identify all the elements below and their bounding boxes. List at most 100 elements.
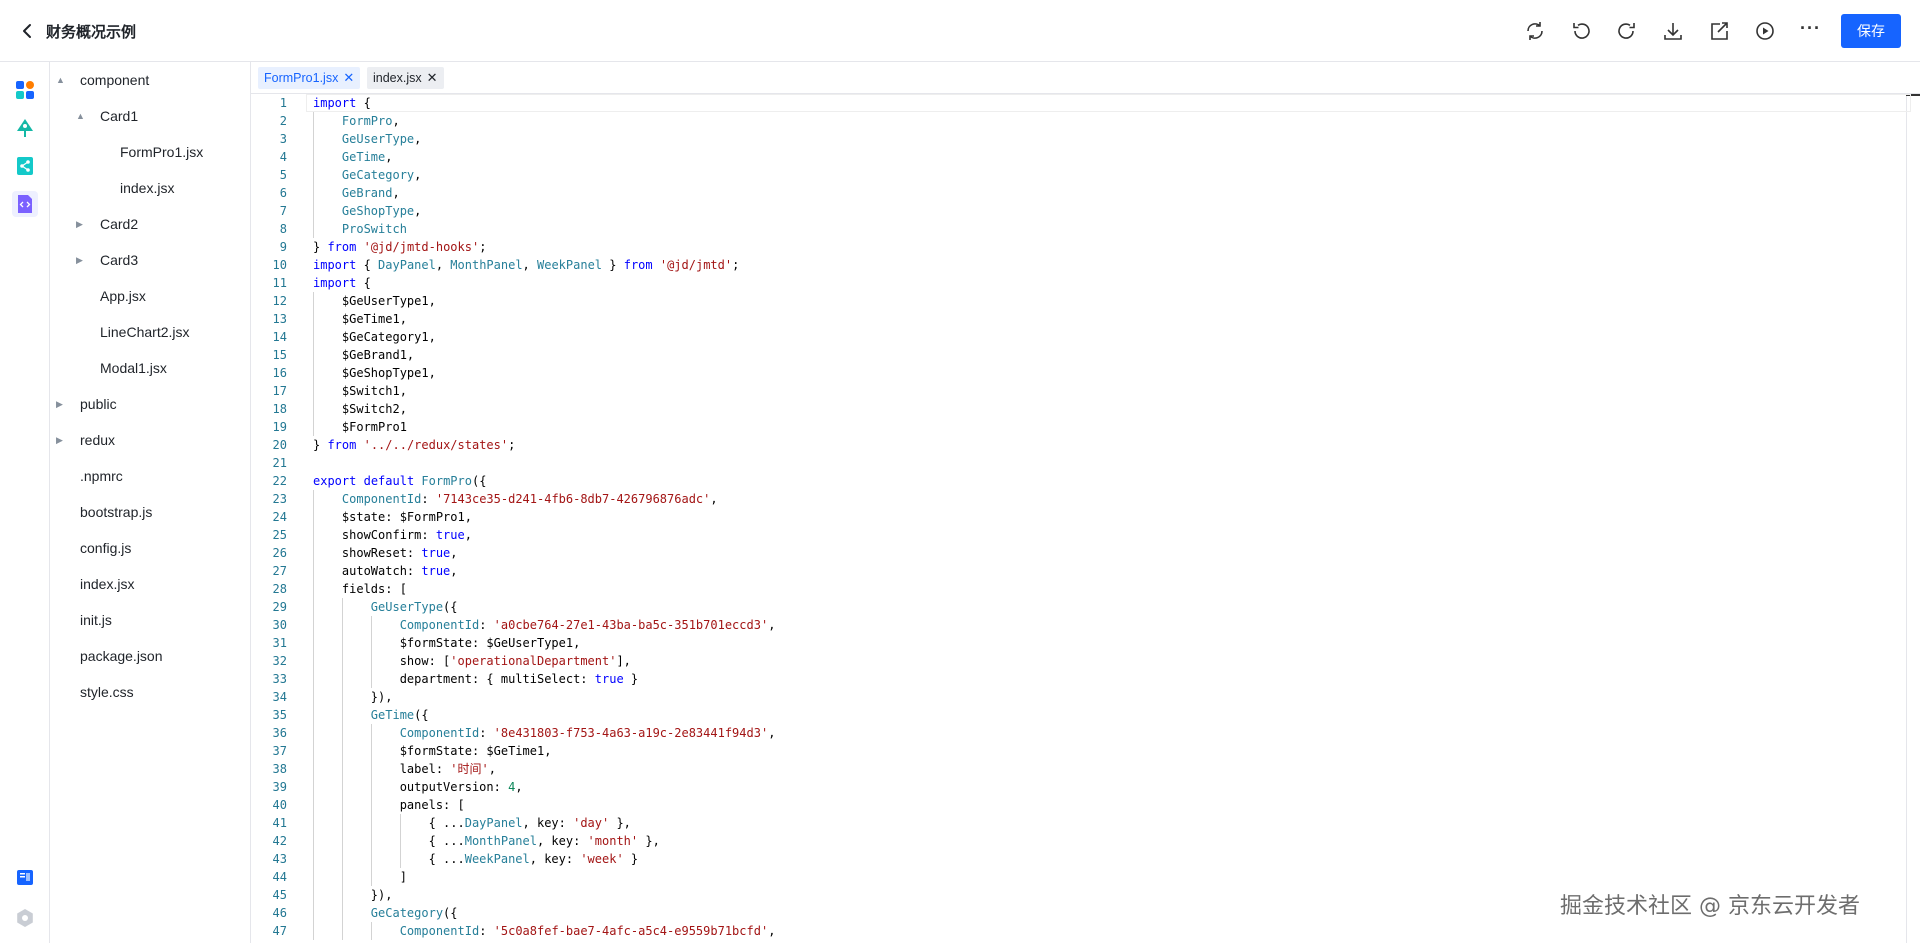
code-line[interactable]: 18 $Switch2, — [251, 400, 1911, 418]
code-line[interactable]: 24 $state: $FormPro1, — [251, 508, 1911, 526]
download-icon[interactable] — [1662, 20, 1684, 42]
code-line[interactable]: 7 GeShopType, — [251, 202, 1911, 220]
code-token: ({ — [443, 600, 458, 614]
code-line[interactable]: 43 { ...WeekPanel, key: 'week' } — [251, 850, 1911, 868]
file-npmrc[interactable]: .npmrc — [50, 458, 250, 494]
code-line[interactable]: 10 import { DayPanel, MonthPanel, WeekPan… — [251, 256, 1911, 274]
back-chevron-icon[interactable] — [18, 20, 38, 42]
code-line[interactable]: 4 GeTime, — [251, 148, 1911, 166]
code-line[interactable]: 23 ComponentId: '7143ce35-d241-4fb6-8db7… — [251, 490, 1911, 508]
code-token: label: — [313, 762, 451, 776]
code-line[interactable]: 2 FormPro, — [251, 112, 1911, 130]
code-line[interactable]: 34 }), — [251, 688, 1911, 706]
code-editor[interactable]: 1 import {2 FormPro, 3 GeUserType, 4 GeTime… — [251, 94, 1920, 943]
file-card1-index[interactable]: index.jsx — [50, 170, 250, 206]
code-token: '8e431803-f753-4a63-a19c-2e83441f94d3' — [493, 726, 769, 740]
code-text: ComponentId: '5c0a8fef-bae7-4afc-a5c4-e9… — [313, 922, 776, 940]
code-line[interactable]: 16 $GeShopType1, — [251, 364, 1911, 382]
more-icon[interactable]: ··· — [1800, 18, 1821, 39]
code-line[interactable]: 11 import { — [251, 274, 1911, 292]
line-number: 17 — [272, 384, 287, 398]
code-line[interactable]: 5 GeCategory, — [251, 166, 1911, 184]
code-token: ({ — [471, 474, 487, 488]
file-formpro1[interactable]: FormPro1.jsx — [50, 134, 250, 170]
code-line[interactable]: 1 import { — [251, 94, 1911, 112]
code-line[interactable]: 14 $GeCategory1, — [251, 328, 1911, 346]
file-init[interactable]: init.js — [50, 602, 250, 638]
code-line[interactable]: 3 GeUserType, — [251, 130, 1911, 148]
tree-structure-icon[interactable] — [12, 115, 38, 141]
code-line[interactable]: 21 — [251, 454, 1911, 472]
code-token: export — [313, 474, 357, 488]
code-line[interactable]: 20} from '../../redux/states'; — [251, 436, 1911, 454]
code-line[interactable]: 13 $GeTime1, — [251, 310, 1911, 328]
code-line[interactable]: 19 $FormPro1 — [251, 418, 1911, 436]
file-modal1[interactable]: Modal1.jsx — [50, 350, 250, 386]
tree-item-label: component — [80, 72, 150, 88]
close-icon[interactable]: ✕ — [343, 67, 354, 89]
close-icon[interactable]: ✕ — [427, 67, 438, 89]
file-root-index[interactable]: index.jsx — [50, 566, 250, 602]
code-line[interactable]: 6 GeBrand, — [251, 184, 1911, 202]
line-number: 22 — [272, 474, 287, 488]
code-line[interactable]: 28 fields: [ — [251, 580, 1911, 598]
code-line[interactable]: 44 ] — [251, 868, 1911, 886]
redo-icon[interactable] — [1616, 20, 1638, 42]
folder-card2[interactable]: ▶ Card2 — [50, 206, 250, 242]
folder-card3[interactable]: ▶ Card3 — [50, 242, 250, 278]
components-icon[interactable] — [12, 77, 38, 103]
code-line[interactable]: 39 outputVersion: 4, — [251, 778, 1911, 796]
undo-icon[interactable] — [1570, 20, 1592, 42]
file-config[interactable]: config.js — [50, 530, 250, 566]
code-line[interactable]: 12 $GeUserType1, — [251, 292, 1911, 310]
tab-formpro1[interactable]: FormPro1.jsx ✕ — [258, 67, 361, 89]
run-icon[interactable] — [1754, 20, 1776, 42]
code-line[interactable]: 25 showConfirm: true, — [251, 526, 1911, 544]
code-line[interactable]: 26 showReset: true, — [251, 544, 1911, 562]
share-flow-icon[interactable] — [12, 153, 38, 179]
docs-book-icon[interactable] — [12, 865, 38, 891]
code-line[interactable]: 35 GeTime({ — [251, 706, 1911, 724]
code-line[interactable]: 40 panels: [ — [251, 796, 1911, 814]
code-line[interactable]: 9} from '@jd/jmtd-hooks'; — [251, 238, 1911, 256]
export-icon[interactable] — [1708, 20, 1730, 42]
code-line[interactable]: 15 $GeBrand1, — [251, 346, 1911, 364]
folder-component[interactable]: ▲ component — [50, 62, 250, 98]
code-line[interactable]: 30 ComponentId: 'a0cbe764-27e1-43ba-ba5c… — [251, 616, 1911, 634]
code-token: true — [594, 672, 624, 686]
line-number: 26 — [272, 546, 287, 560]
file-package-json[interactable]: package.json — [50, 638, 250, 674]
code-line[interactable]: 47 ComponentId: '5c0a8fef-bae7-4afc-a5c4… — [251, 922, 1911, 940]
code-line[interactable]: 37 $formState: $GeTime1, — [251, 742, 1911, 760]
code-line[interactable]: 38 label: '时间', — [251, 760, 1911, 778]
folder-public[interactable]: ▶ public — [50, 386, 250, 422]
file-linechart2[interactable]: LineChart2.jsx — [50, 314, 250, 350]
current-line-highlight — [306, 94, 1911, 112]
code-line[interactable]: 27 autoWatch: true, — [251, 562, 1911, 580]
code-line[interactable]: 22 export default FormPro({ — [251, 472, 1911, 490]
code-line[interactable]: 31 $formState: $GeUserType1, — [251, 634, 1911, 652]
code-line[interactable]: 29 GeUserType({ — [251, 598, 1911, 616]
tree-item-label: package.json — [80, 648, 163, 664]
caret-icon: ▶ — [56, 399, 63, 409]
code-line[interactable]: 8 ProSwitch — [251, 220, 1911, 238]
file-style-css[interactable]: style.css — [50, 674, 250, 710]
code-file-icon[interactable] — [12, 191, 38, 217]
save-button[interactable]: 保存 — [1841, 14, 1901, 48]
code-line[interactable]: 42 { ...MonthPanel, key: 'month' }, — [251, 832, 1911, 850]
file-app[interactable]: App.jsx — [50, 278, 250, 314]
code-line[interactable]: 17 $Switch1, — [251, 382, 1911, 400]
tab-index[interactable]: index.jsx ✕ — [367, 67, 444, 89]
settings-icon[interactable] — [12, 905, 38, 931]
folder-card1[interactable]: ▲ Card1 — [50, 98, 250, 134]
code-line[interactable]: 36 ComponentId: '8e431803-f753-4a63-a19c… — [251, 724, 1911, 742]
file-bootstrap[interactable]: bootstrap.js — [50, 494, 250, 530]
code-line[interactable]: 32 show: ['operationalDepartment'], — [251, 652, 1911, 670]
folder-redux[interactable]: ▶ redux — [50, 422, 250, 458]
sync-icon[interactable] — [1524, 20, 1546, 42]
code-line[interactable]: 41 { ...DayPanel, key: 'day' }, — [251, 814, 1911, 832]
code-text: GeTime, — [313, 148, 393, 166]
code-token: panels: [ — [313, 798, 465, 812]
line-number: 3 — [279, 132, 287, 146]
code-line[interactable]: 33 department: { multiSelect: true } — [251, 670, 1911, 688]
